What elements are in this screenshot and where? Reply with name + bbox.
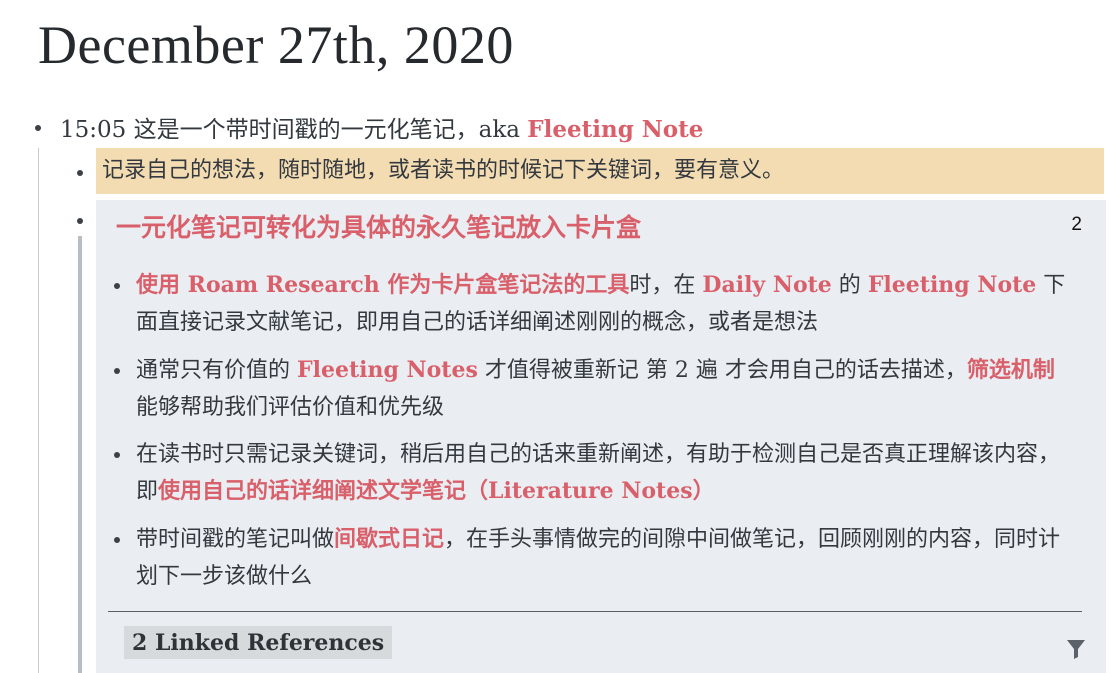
list-item[interactable]: 使用 Roam Research 作为卡片盒笔记法的工具时，在 Daily No… xyxy=(114,267,1066,341)
page-title: December 27th, 2020 xyxy=(38,15,514,75)
literature-notes-link[interactable]: 使用自己的话详细阐述文学笔记（Literature Notes） xyxy=(158,478,715,504)
interstitial-journal-link[interactable]: 间歇式日记 xyxy=(334,526,444,552)
item-text: 才值得被重新记 第 2 遍 才会用自己的话去描述， xyxy=(477,358,967,383)
timestamp: 15:05 xyxy=(60,117,127,143)
item-text: 通常只有价值的 xyxy=(136,358,297,383)
fleeting-notes-link[interactable]: Fleeting Notes xyxy=(297,357,478,383)
embedded-page-card: 一元化笔记可转化为具体的永久笔记放入卡片盒 2 使用 Roam Research… xyxy=(96,200,1106,673)
nested-guide-line xyxy=(78,236,82,673)
highlighted-block-text: 记录自己的想法，随时随地，或者读书的时候记下关键词，要有意义。 xyxy=(102,158,785,183)
card-title-link[interactable]: 一元化笔记可转化为具体的永久笔记放入卡片盒 xyxy=(116,208,641,244)
item-bullet[interactable] xyxy=(114,368,120,374)
block-text: 这是一个带时间戳的一元化笔记，aka xyxy=(126,117,528,143)
filter-mechanism-link[interactable]: 筛选机制 xyxy=(967,357,1055,383)
divider xyxy=(108,611,1082,612)
daily-note-link[interactable]: Daily Note xyxy=(702,272,831,298)
item-text: 带时间戳的笔记叫做 xyxy=(136,527,335,552)
bullet-3[interactable] xyxy=(77,218,83,224)
item-text: 的 xyxy=(831,273,868,298)
list-item[interactable]: 在读书时只需记录关键词，稍后用自己的话来重新阐述，有助于检测自己是否真正理解该内… xyxy=(114,436,1066,510)
fleeting-note-link[interactable]: Fleeting Note xyxy=(527,116,703,143)
item-bullet[interactable] xyxy=(114,452,120,458)
bullet-2[interactable] xyxy=(77,170,83,176)
child-guide-line xyxy=(38,148,39,673)
filter-icon[interactable] xyxy=(1066,638,1086,660)
list-item[interactable]: 通常只有价值的 Fleeting Notes 才值得被重新记 第 2 遍 才会用… xyxy=(114,352,1066,426)
item-text: 能够帮助我们评估价值和优先级 xyxy=(136,395,445,420)
item-text: 时，在 xyxy=(629,273,703,298)
bullet-1[interactable] xyxy=(35,125,41,131)
fleeting-note-link[interactable]: Fleeting Note xyxy=(868,272,1036,298)
item-bullet[interactable] xyxy=(114,283,120,289)
item-bullet[interactable] xyxy=(114,537,120,543)
linked-references-header[interactable]: 2 Linked References xyxy=(124,626,393,659)
list-item[interactable]: 带时间戳的笔记叫做间歇式日记，在手头事情做完的间隙中间做笔记，回顾刚刚的内容，同… xyxy=(114,521,1066,595)
reference-count[interactable]: 2 xyxy=(1071,214,1082,236)
item-link[interactable]: 使用 Roam Research 作为卡片盒笔记法的工具 xyxy=(136,272,629,298)
highlighted-block[interactable]: 记录自己的想法，随时随地，或者读书的时候记下关键词，要有意义。 xyxy=(96,148,1104,194)
block-timestamp-note[interactable]: 15:05 这是一个带时间戳的一元化笔记，aka Fleeting Note xyxy=(60,110,703,144)
